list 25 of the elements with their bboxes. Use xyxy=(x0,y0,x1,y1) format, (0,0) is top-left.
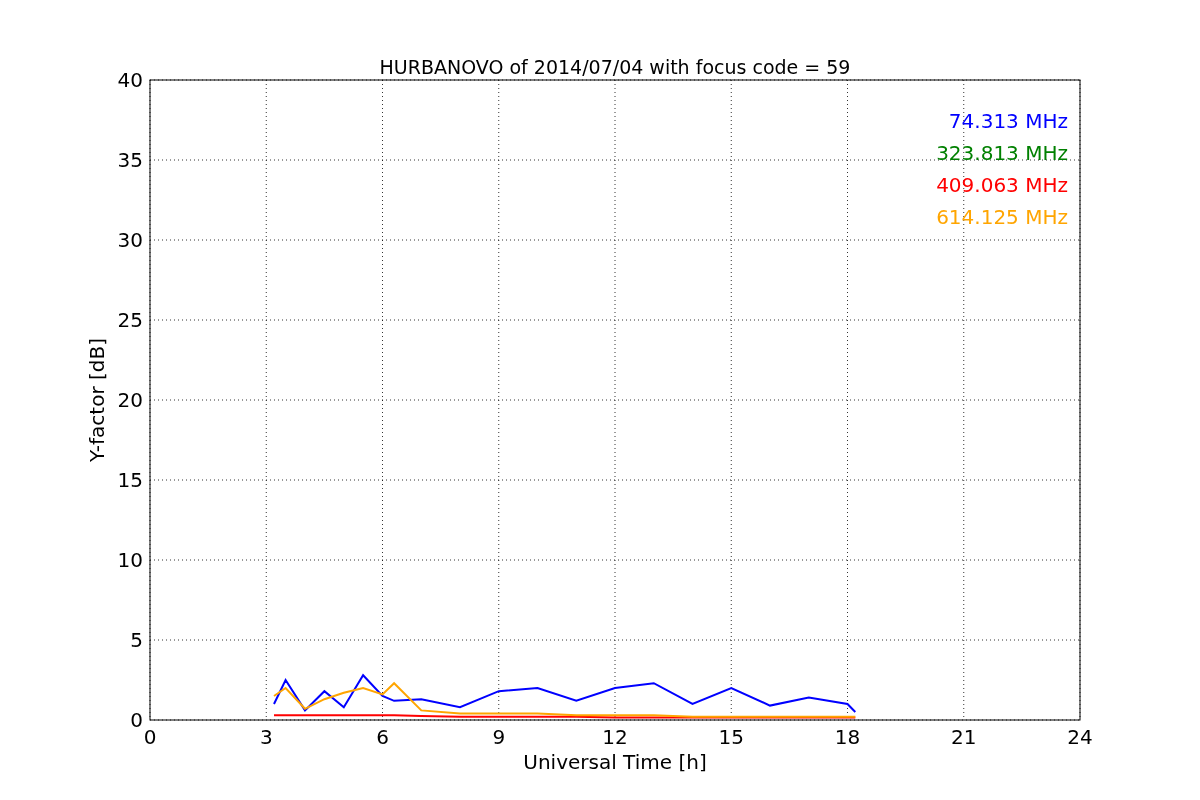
chart-title: HURBANOVO of 2014/07/04 with focus code = 59 xyxy=(379,56,851,78)
x-tick-label: 0 xyxy=(143,725,157,749)
y-tick-label: 20 xyxy=(117,388,143,412)
legend-label: 409.063 MHz xyxy=(936,173,1068,197)
x-tick-label: 21 xyxy=(951,725,977,749)
y-tick-label: 40 xyxy=(117,68,143,92)
y-tick-label: 10 xyxy=(117,548,143,572)
x-tick-label: 24 xyxy=(1067,725,1093,749)
x-tick-label: 18 xyxy=(834,725,861,749)
x-tick-label: 3 xyxy=(259,725,273,749)
x-tick-label: 12 xyxy=(602,725,628,749)
y-tick-label: 30 xyxy=(117,228,143,252)
y-tick-label: 15 xyxy=(117,468,143,492)
x-tick-label: 15 xyxy=(718,725,744,749)
legend-label: 614.125 MHz xyxy=(936,205,1068,229)
y-axis-label: Y-factor [dB] xyxy=(85,338,109,462)
y-tick-label: 0 xyxy=(130,708,143,732)
y-tick-label: 25 xyxy=(117,308,143,332)
y-tick-label: 35 xyxy=(117,148,143,172)
legend-label: 74.313 MHz xyxy=(948,109,1068,133)
legend-label: 323.813 MHz xyxy=(936,141,1068,165)
x-tick-label: 9 xyxy=(492,725,506,749)
x-axis-label: Universal Time [h] xyxy=(523,750,707,774)
y-tick-label: 5 xyxy=(130,628,143,652)
x-tick-label: 6 xyxy=(376,725,389,749)
